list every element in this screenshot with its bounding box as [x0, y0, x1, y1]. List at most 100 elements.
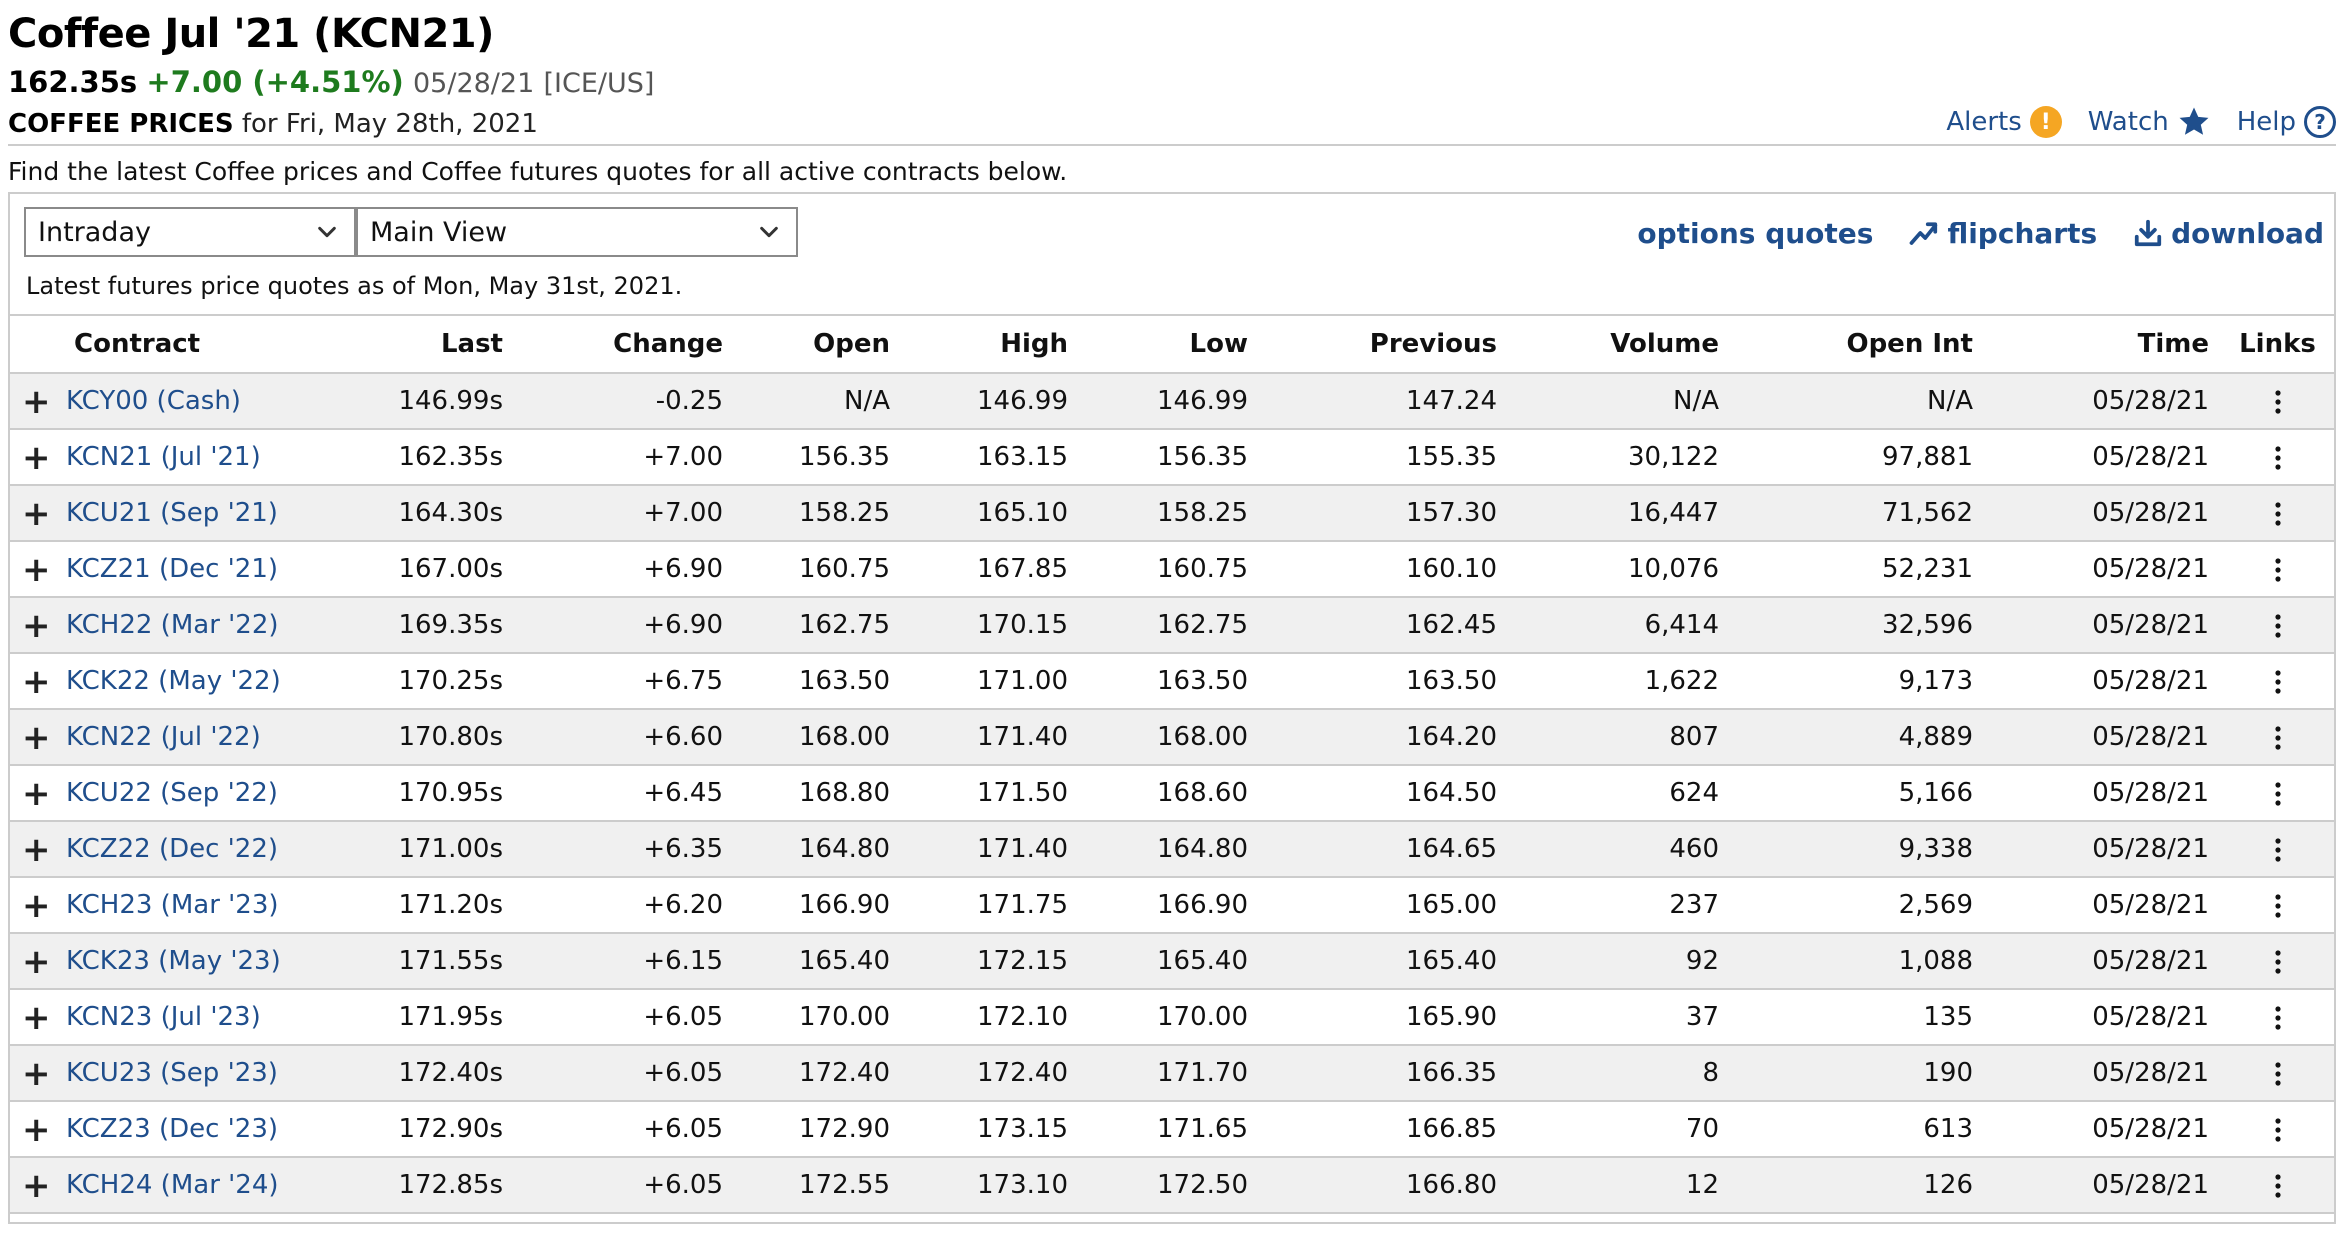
contract-link[interactable]: KCZ21 (Dec '21): [66, 554, 278, 584]
kebab-menu-icon[interactable]: [2273, 1116, 2283, 1144]
contract-link[interactable]: KCU22 (Sep '22): [66, 778, 278, 808]
contract-link[interactable]: KCN23 (Jul '23): [66, 1002, 261, 1032]
open-int-cell: 135: [1923, 1002, 1973, 1032]
column-header-low[interactable]: Low: [1080, 314, 1260, 374]
contract-link[interactable]: KCZ23 (Dec '23): [66, 1114, 278, 1144]
kebab-menu-icon[interactable]: [2273, 1060, 2283, 1088]
kebab-menu-icon[interactable]: [2273, 388, 2283, 416]
quote-date: 05/28/21: [412, 68, 535, 99]
contract-link[interactable]: KCN21 (Jul '21): [66, 442, 261, 472]
plus-icon[interactable]: +: [22, 889, 51, 923]
contract-link[interactable]: KCH24 (Mar '24): [66, 1170, 279, 1200]
plus-icon[interactable]: +: [22, 777, 51, 811]
options-quotes-link[interactable]: options quotes: [1637, 217, 1873, 250]
prices-subtitle: COFFEE PRICES for Fri, May 28th, 2021: [8, 104, 538, 144]
period-select[interactable]: Intraday: [24, 207, 356, 257]
table-row: + KCY00 (Cash) 146.99s -0.25 N/A 146.99 146.99…: [10, 373, 2334, 429]
plus-icon[interactable]: +: [22, 441, 51, 475]
last-cell: 162.35s: [398, 442, 503, 472]
plus-icon[interactable]: +: [22, 1169, 51, 1203]
kebab-menu-icon[interactable]: [2273, 500, 2283, 528]
column-header-time[interactable]: Time: [1985, 314, 2221, 374]
kebab-menu-icon[interactable]: [2273, 948, 2283, 976]
kebab-menu-icon[interactable]: [2273, 668, 2283, 696]
contract-link[interactable]: KCZ22 (Dec '22): [66, 834, 278, 864]
flipcharts-link[interactable]: flipcharts: [1909, 217, 2097, 250]
links-cell: [2221, 597, 2334, 653]
high-cell: 173.10: [977, 1170, 1068, 1200]
column-header-previous[interactable]: Previous: [1260, 314, 1509, 374]
plus-icon[interactable]: +: [22, 1001, 51, 1035]
contract-link[interactable]: KCK23 (May '23): [66, 946, 281, 976]
kebab-menu-icon[interactable]: [2273, 724, 2283, 752]
time-cell: 05/28/21: [2092, 386, 2209, 416]
kebab-menu-icon[interactable]: [2273, 1004, 2283, 1032]
alerts-link[interactable]: Alerts !: [1946, 106, 2062, 138]
plus-icon[interactable]: +: [22, 553, 51, 587]
plus-icon[interactable]: +: [22, 1113, 51, 1147]
plus-icon[interactable]: +: [22, 833, 51, 867]
column-header-last[interactable]: Last: [360, 314, 515, 374]
kebab-menu-icon[interactable]: [2273, 836, 2283, 864]
plus-icon[interactable]: +: [22, 945, 51, 979]
plus-icon[interactable]: +: [22, 665, 51, 699]
table-row: + KCH22 (Mar '22) 169.35s +6.90 162.75 170.15…: [10, 597, 2334, 653]
kebab-menu-icon[interactable]: [2273, 1172, 2283, 1200]
column-header-open[interactable]: Open: [735, 314, 902, 374]
column-header-open-int[interactable]: Open Int: [1731, 314, 1985, 374]
contract-link[interactable]: KCK22 (May '22): [66, 666, 281, 696]
view-select[interactable]: Main View: [356, 207, 798, 257]
table-row: + KCH23 (Mar '23) 171.20s +6.20 166.90 171.75…: [10, 877, 2334, 933]
download-link[interactable]: download: [2133, 217, 2324, 250]
table-row: + KCK22 (May '22) 170.25s +6.75 163.50 171.00…: [10, 653, 2334, 709]
kebab-menu-icon[interactable]: [2273, 892, 2283, 920]
last-price: 162.35s: [8, 65, 138, 99]
open-cell: 170.00: [799, 1002, 890, 1032]
high-cell: 172.10: [977, 1002, 1068, 1032]
plus-icon[interactable]: +: [22, 1057, 51, 1091]
contract-link[interactable]: KCH23 (Mar '23): [66, 890, 279, 920]
watch-label: Watch: [2087, 107, 2169, 137]
help-link[interactable]: Help ?: [2237, 106, 2336, 138]
period-select-value: Intraday: [38, 216, 151, 248]
kebab-menu-icon[interactable]: [2273, 556, 2283, 584]
quote-summary: 162.35s +7.00 (+4.51%) 05/28/21 [ICE/US]: [8, 60, 654, 106]
column-header-volume[interactable]: Volume: [1509, 314, 1731, 374]
previous-cell: 163.50: [1406, 666, 1497, 696]
column-header-contract[interactable]: Contract: [10, 314, 360, 374]
column-header-change[interactable]: Change: [515, 314, 735, 374]
links-cell: [2221, 373, 2334, 429]
kebab-menu-icon[interactable]: [2273, 780, 2283, 808]
contract-link[interactable]: KCU21 (Sep '21): [66, 498, 278, 528]
watch-link[interactable]: Watch: [2088, 105, 2211, 139]
contract-link[interactable]: KCH22 (Mar '22): [66, 610, 279, 640]
column-header-high[interactable]: High: [902, 314, 1080, 374]
low-cell: 165.40: [1157, 946, 1248, 976]
top-links: Alerts ! Watch Help ?: [1946, 100, 2336, 144]
plus-icon[interactable]: +: [22, 721, 51, 755]
plus-icon[interactable]: +: [22, 385, 51, 419]
volume-cell: 237: [1669, 890, 1719, 920]
time-cell: 05/28/21: [2092, 554, 2209, 584]
table-header-row: Contract Last Change Open High Low Previ…: [10, 314, 2334, 374]
view-select-value: Main View: [370, 216, 508, 248]
last-cell: 172.40s: [398, 1058, 503, 1088]
change-cell: +7.00: [643, 442, 723, 472]
subtitle-label: COFFEE PRICES: [8, 109, 234, 139]
kebab-menu-icon[interactable]: [2273, 612, 2283, 640]
open-cell: N/A: [844, 386, 890, 416]
contract-cell: + KCZ23 (Dec '23): [10, 1101, 360, 1157]
previous-cell: 147.24: [1406, 386, 1497, 416]
plus-icon[interactable]: +: [22, 497, 51, 531]
kebab-menu-icon[interactable]: [2273, 444, 2283, 472]
contract-link[interactable]: KCU23 (Sep '23): [66, 1058, 278, 1088]
contract-link[interactable]: KCY00 (Cash): [66, 386, 241, 416]
low-cell: 168.60: [1157, 778, 1248, 808]
links-cell: [2221, 989, 2334, 1045]
last-cell: 171.95s: [398, 1002, 503, 1032]
low-cell: 166.90: [1157, 890, 1248, 920]
volume-cell: 16,447: [1628, 498, 1719, 528]
contract-link[interactable]: KCN22 (Jul '22): [66, 722, 261, 752]
plus-icon[interactable]: +: [22, 609, 51, 643]
volume-cell: 70: [1685, 1114, 1719, 1144]
